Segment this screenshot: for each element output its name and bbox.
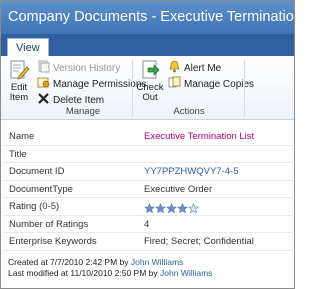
property-label: Title bbox=[9, 148, 27, 160]
star-icon[interactable] bbox=[155, 203, 166, 214]
alert-bell-icon bbox=[169, 60, 180, 73]
property-value-keywords: Fired; Secret; Confidential bbox=[144, 236, 254, 247]
star-icon[interactable] bbox=[166, 203, 177, 214]
check-out-button[interactable]: Check Out bbox=[136, 59, 164, 103]
group-separator bbox=[244, 60, 245, 116]
property-row-document-id: Document ID YY7PPZHWQVY7-4-5 bbox=[3, 163, 292, 181]
edit-item-button[interactable]: Edit Item bbox=[5, 59, 33, 103]
manage-permissions-button[interactable]: Manage Permissions bbox=[37, 76, 146, 90]
version-info: Created at 7/7/2010 2:42 PM by John Will… bbox=[8, 257, 212, 279]
check-out-label: Check Out bbox=[136, 82, 164, 103]
property-value-number-of-ratings: 4 bbox=[144, 218, 150, 230]
version-history-icon bbox=[38, 60, 50, 73]
edit-item-icon bbox=[10, 60, 30, 80]
property-label: Document ID bbox=[9, 166, 65, 177]
version-history-button[interactable]: Version History bbox=[37, 60, 120, 74]
properties-table: Name Executive Termination List Title Do… bbox=[3, 128, 292, 251]
property-row-number-of-ratings: Number of Ratings 4 bbox=[3, 216, 292, 233]
property-row-enterprise-keywords: Enterprise Keywords Fired; Secret; Confi… bbox=[3, 233, 292, 251]
star-icon[interactable] bbox=[188, 203, 199, 214]
delete-icon bbox=[38, 93, 49, 104]
manage-copies-button[interactable]: Manage Copies bbox=[168, 76, 254, 90]
property-label: DocumentType bbox=[9, 183, 73, 195]
alert-me-label: Alert Me bbox=[184, 63, 222, 74]
modified-info: Last modified at 11/10/2010 2:50 PM by J… bbox=[8, 268, 212, 279]
version-history-label: Version History bbox=[53, 63, 121, 74]
alert-me-button[interactable]: Alert Me bbox=[168, 60, 221, 74]
property-row-title: Title bbox=[3, 146, 292, 163]
tab-view[interactable]: View bbox=[7, 38, 49, 57]
modified-by-link[interactable]: John Williams bbox=[160, 268, 212, 278]
group-separator bbox=[132, 60, 133, 116]
property-label: Rating (0-5) bbox=[9, 201, 60, 212]
star-icon[interactable] bbox=[177, 203, 188, 214]
created-info: Created at 7/7/2010 2:42 PM by John Will… bbox=[8, 257, 212, 268]
property-row-document-type: DocumentType Executive Order bbox=[3, 181, 292, 198]
actions-group-label: Actions bbox=[173, 106, 205, 117]
manage-copies-icon bbox=[168, 76, 181, 88]
edit-item-label: Edit Item bbox=[9, 82, 29, 103]
property-label: Number of Ratings bbox=[9, 218, 89, 230]
check-out-icon bbox=[142, 60, 160, 79]
property-label: Name bbox=[9, 131, 35, 142]
property-row-rating: Rating (0-5) bbox=[3, 198, 292, 216]
ribbon: Edit Item Version History Manage Permiss… bbox=[1, 56, 294, 120]
modified-text: Last modified at 11/10/2010 2:50 PM by bbox=[8, 268, 160, 278]
delete-item-button[interactable]: Delete Item bbox=[37, 92, 104, 106]
delete-item-label: Delete Item bbox=[53, 95, 105, 106]
property-label: Enterprise Keywords bbox=[9, 236, 97, 247]
rating-stars[interactable] bbox=[144, 201, 199, 214]
created-by-link[interactable]: John Williams bbox=[131, 257, 183, 267]
window-title: Company Documents - Executive Terminatio… bbox=[1, 1, 294, 34]
manage-group-label: Manage bbox=[65, 106, 101, 117]
property-value-name: Executive Termination List bbox=[144, 131, 255, 142]
property-row-name: Name Executive Termination List bbox=[3, 128, 292, 146]
ribbon-tab-strip: View bbox=[1, 34, 294, 57]
manage-permissions-icon bbox=[37, 77, 50, 88]
star-icon[interactable] bbox=[144, 203, 155, 214]
document-properties-dialog: Company Documents - Executive Terminatio… bbox=[0, 0, 295, 289]
property-value-document-type: Executive Order bbox=[144, 183, 213, 195]
created-text: Created at 7/7/2010 2:42 PM by bbox=[8, 257, 131, 267]
document-id-link[interactable]: YY7PPZHWQVY7-4-5 bbox=[144, 166, 239, 177]
